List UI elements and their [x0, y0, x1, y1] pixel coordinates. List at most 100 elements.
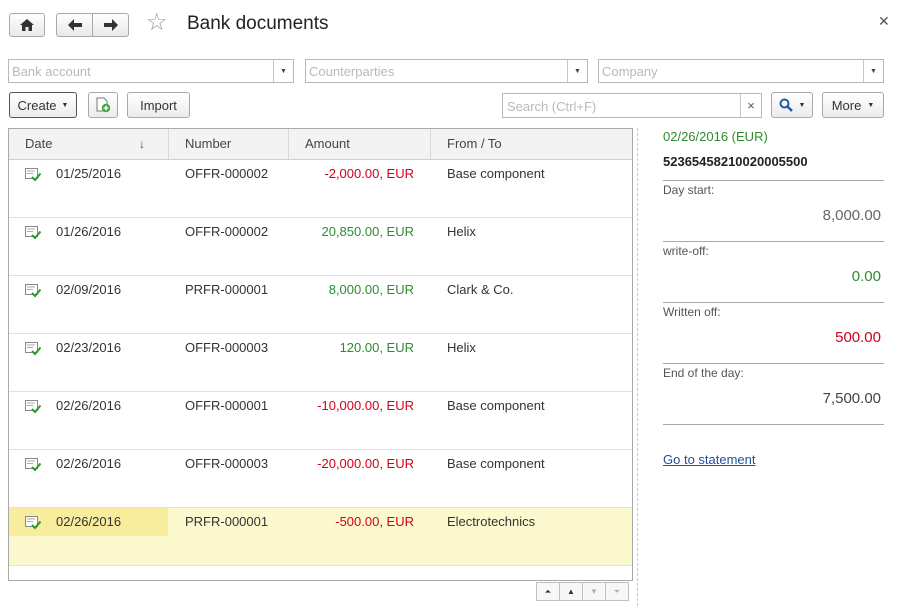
- date-cell: 02/26/2016: [9, 392, 168, 420]
- home-icon: [20, 19, 34, 31]
- chevron-down-icon: ▼: [798, 101, 806, 109]
- day-start-value: 8,000.00: [822, 207, 881, 224]
- row-amount: 120.00, EUR: [339, 340, 414, 355]
- row-date: 02/26/2016: [56, 456, 122, 471]
- divider: [663, 302, 884, 303]
- column-amount-label: Amount: [305, 136, 350, 151]
- row-counterparty: Base component: [447, 166, 545, 181]
- posted-document-icon: [25, 400, 41, 414]
- divider: [663, 180, 884, 181]
- go-to-statement-link[interactable]: Go to statement: [663, 452, 756, 467]
- row-number: OFFR-000001: [185, 398, 269, 413]
- row-number: OFFR-000002: [185, 166, 269, 181]
- table-row[interactable]: 02/09/2016 PRFR-000001 8,000.00, EUR Clark …: [9, 276, 632, 334]
- forward-button[interactable]: [92, 13, 129, 37]
- row-number: OFFR-000003: [185, 456, 269, 471]
- end-of-day-value: 7,500.00: [822, 390, 881, 407]
- row-amount: -10,000.00, EUR: [317, 398, 414, 413]
- row-date: 01/25/2016: [56, 166, 122, 181]
- day-start-label: Day start:: [663, 183, 715, 197]
- row-counterparty: Electrotechnics: [447, 514, 536, 529]
- back-button[interactable]: [56, 13, 93, 37]
- row-amount: 8,000.00, EUR: [328, 282, 414, 297]
- row-number: OFFR-000002: [185, 224, 269, 239]
- row-amount: 20,850.00, EUR: [321, 224, 414, 239]
- date-cell: 02/09/2016: [9, 276, 168, 304]
- table-row[interactable]: 01/26/2016 OFFR-000002 20,850.00, EUR Helix: [9, 218, 632, 276]
- date-cell: 01/26/2016: [9, 218, 168, 246]
- page-title: Bank documents: [187, 13, 329, 34]
- copy-document-button[interactable]: [88, 92, 118, 118]
- posted-document-icon: [25, 342, 41, 356]
- column-amount[interactable]: Amount: [289, 129, 431, 159]
- posted-document-icon: [25, 284, 41, 298]
- arrow-right-icon: [103, 19, 118, 31]
- statement-date-currency: 02/26/2016 (EUR): [663, 129, 768, 144]
- table-row[interactable]: 02/26/2016 OFFR-000001 -10,000.00, EUR Base…: [9, 392, 632, 450]
- scroll-bottom-icon[interactable]: ⏷: [605, 582, 629, 601]
- more-button-label: More: [831, 97, 862, 113]
- search-button[interactable]: ▼: [771, 92, 813, 118]
- chevron-down-icon[interactable]: ▼: [567, 60, 587, 82]
- written-off-label: Written off:: [663, 305, 721, 319]
- column-from-to[interactable]: From / To: [431, 129, 632, 159]
- counterparties-field[interactable]: Counterparties ▼: [305, 59, 588, 83]
- column-number-label: Number: [185, 136, 232, 151]
- favorite-star-icon[interactable]: ☆: [146, 11, 168, 35]
- documents-table[interactable]: Date ↓ Number Amount From / To 01/25/201…: [8, 128, 633, 581]
- row-counterparty: Helix: [447, 224, 476, 239]
- chevron-down-icon[interactable]: ▼: [273, 60, 293, 82]
- column-date-label: Date: [25, 136, 53, 151]
- create-button-label: Create: [17, 97, 57, 113]
- chevron-down-icon: ▼: [61, 101, 69, 109]
- posted-document-icon: [25, 516, 41, 530]
- row-date: 02/26/2016: [56, 398, 122, 413]
- home-button[interactable]: [9, 13, 45, 37]
- chevron-down-icon[interactable]: ▼: [863, 60, 883, 82]
- bank-account-field[interactable]: Bank account ▼: [8, 59, 294, 83]
- column-number[interactable]: Number: [169, 129, 289, 159]
- company-placeholder: Company: [602, 64, 658, 79]
- import-button-label: Import: [140, 97, 177, 113]
- search-placeholder: Search (Ctrl+F): [507, 99, 597, 114]
- panel-splitter[interactable]: [637, 128, 638, 606]
- table-row[interactable]: 02/23/2016 OFFR-000003 120.00, EUR Helix: [9, 334, 632, 392]
- arrow-left-icon: [67, 19, 82, 31]
- row-counterparty: Base component: [447, 398, 545, 413]
- search-icon: [779, 98, 793, 112]
- table-navigation: ⏶ ▲ ▼ ⏷: [536, 582, 629, 601]
- end-of-day-label: End of the day:: [663, 366, 744, 380]
- table-row[interactable]: 02/26/2016 OFFR-000003 -20,000.00, EUR Base…: [9, 450, 632, 508]
- document-add-icon: [96, 97, 111, 113]
- chevron-down-icon: ▼: [867, 101, 875, 109]
- scroll-down-icon[interactable]: ▼: [582, 582, 606, 601]
- posted-document-icon: [25, 226, 41, 240]
- date-cell: 01/25/2016: [9, 160, 168, 188]
- date-cell: 02/26/2016: [9, 508, 168, 536]
- scroll-up-icon[interactable]: ▲: [559, 582, 583, 601]
- posted-document-icon: [25, 458, 41, 472]
- scroll-top-icon[interactable]: ⏶: [536, 582, 560, 601]
- import-button[interactable]: Import: [127, 92, 190, 118]
- search-input[interactable]: Search (Ctrl+F) ×: [502, 93, 762, 118]
- clear-search-icon[interactable]: ×: [740, 94, 761, 117]
- close-icon[interactable]: ✕: [878, 13, 890, 30]
- row-amount: -2,000.00, EUR: [324, 166, 414, 181]
- more-button[interactable]: More ▼: [822, 92, 884, 118]
- create-button[interactable]: Create ▼: [9, 92, 77, 118]
- column-from-to-label: From / To: [447, 136, 502, 151]
- row-number: OFFR-000003: [185, 340, 269, 355]
- row-number: PRFR-000001: [185, 514, 269, 529]
- written-off-value: 500.00: [835, 329, 881, 346]
- table-row[interactable]: 02/26/2016 PRFR-000001 -500.00, EUR Electro…: [9, 508, 632, 566]
- company-field[interactable]: Company ▼: [598, 59, 884, 83]
- table-row[interactable]: 01/25/2016 OFFR-000002 -2,000.00, EUR Base …: [9, 160, 632, 218]
- bank-account-placeholder: Bank account: [12, 64, 91, 79]
- counterparties-placeholder: Counterparties: [309, 64, 395, 79]
- column-date[interactable]: Date ↓: [9, 129, 169, 159]
- date-cell: 02/26/2016: [9, 450, 168, 478]
- row-amount: -500.00, EUR: [335, 514, 414, 529]
- row-number: PRFR-000001: [185, 282, 269, 297]
- table-header: Date ↓ Number Amount From / To: [9, 129, 632, 160]
- divider: [663, 241, 884, 242]
